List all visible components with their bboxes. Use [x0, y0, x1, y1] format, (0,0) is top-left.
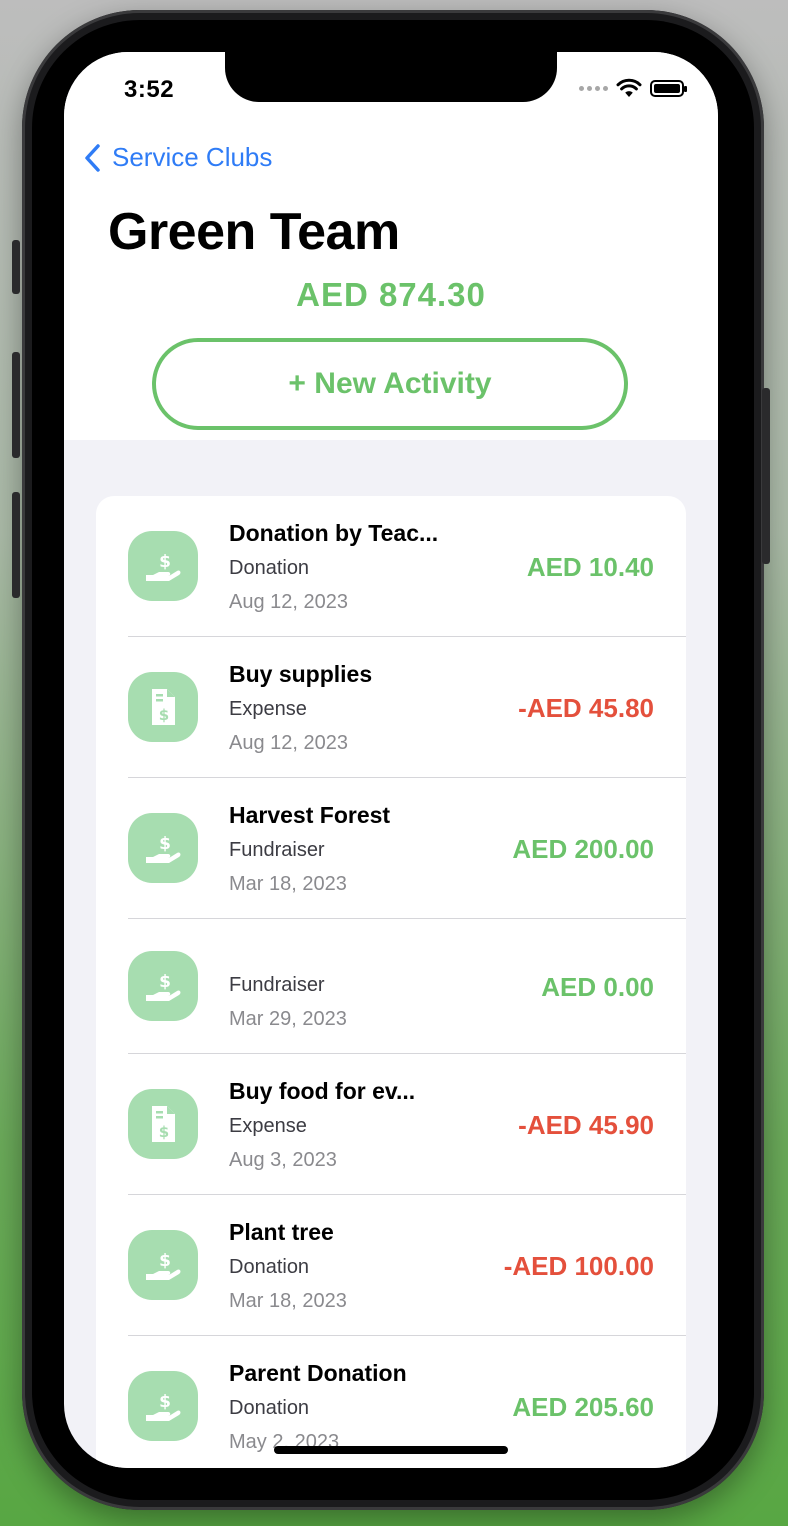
- hand-dollar-icon: $: [128, 951, 198, 1021]
- activity-type: Donation: [229, 1256, 310, 1278]
- battery-icon: [650, 79, 687, 97]
- app-screen: 3:52 Service Clubs Green Team AED 874.30…: [64, 52, 718, 1468]
- svg-text:$: $: [159, 706, 169, 724]
- activity-name: Buy supplies: [229, 661, 373, 687]
- activity-amount: AED 0.00: [541, 972, 654, 1002]
- hand-dollar-icon: $: [128, 1371, 198, 1441]
- activity-type: Expense: [229, 1115, 307, 1137]
- activity-date: Aug 3, 2023: [229, 1149, 337, 1171]
- activity-date: Mar 29, 2023: [229, 1008, 347, 1030]
- activity-amount: -AED 45.90: [518, 1110, 654, 1140]
- header-area: 3:52 Service Clubs Green Team AED 874.30…: [64, 52, 718, 440]
- svg-text:$: $: [159, 1123, 169, 1141]
- status-icons: [579, 78, 687, 98]
- activity-type: Fundraiser: [229, 974, 325, 996]
- activity-name: Parent Donation: [229, 1360, 407, 1386]
- activity-date: Aug 12, 2023: [229, 591, 348, 613]
- activity-amount: AED 10.40: [526, 552, 654, 582]
- hand-dollar-icon: $: [128, 531, 198, 601]
- list-item[interactable]: $ Plant tree Donation Mar 18, 2023 -AED …: [96, 1195, 686, 1336]
- volume-up-button: [12, 352, 20, 458]
- volume-down-button: [12, 492, 20, 598]
- receipt-dollar-icon: $: [128, 1089, 198, 1159]
- activity-date: Mar 18, 2023: [229, 873, 347, 895]
- svg-text:$: $: [159, 552, 171, 572]
- svg-text:$: $: [159, 1251, 171, 1271]
- activity-type: Donation: [229, 557, 310, 579]
- list-item[interactable]: $ Buy supplies Expense Aug 12, 2023 -AED…: [96, 637, 686, 778]
- hand-dollar-icon: $: [128, 813, 198, 883]
- back-button[interactable]: Service Clubs: [84, 142, 272, 173]
- activity-type: Fundraiser: [229, 839, 325, 861]
- list-item[interactable]: $ Donation by Teac... Donation Aug 12, 2…: [96, 496, 686, 637]
- activity-amount: -AED 45.80: [518, 693, 654, 723]
- status-time: 3:52: [124, 76, 175, 103]
- activity-amount: AED 205.60: [512, 1392, 654, 1422]
- activity-list: $ Donation by Teac... Donation Aug 12, 2…: [96, 496, 686, 1468]
- list-item[interactable]: $ Buy food for ev... Expense Aug 3, 2023…: [96, 1054, 686, 1195]
- activity-date: Aug 12, 2023: [229, 732, 348, 754]
- page-title: Green Team: [108, 203, 400, 261]
- activity-name: Buy food for ev...: [229, 1078, 416, 1104]
- home-indicator[interactable]: [274, 1446, 508, 1454]
- notch: [225, 52, 557, 102]
- cellular-signal-icon: [579, 85, 608, 91]
- power-button: [762, 388, 770, 564]
- svg-text:$: $: [159, 972, 171, 992]
- list-item[interactable]: $ Fundraiser Mar 29, 2023 AED 0.00: [96, 919, 686, 1054]
- activity-name: Donation by Teac...: [229, 520, 439, 546]
- activity-amount: AED 200.00: [512, 834, 654, 864]
- list-item[interactable]: $ Harvest Forest Fundraiser Mar 18, 2023…: [96, 778, 686, 919]
- svg-text:$: $: [159, 834, 171, 854]
- activity-date: Mar 18, 2023: [229, 1290, 347, 1312]
- new-activity-button[interactable]: + New Activity: [152, 338, 628, 430]
- mute-switch: [12, 240, 20, 294]
- hand-dollar-icon: $: [128, 1230, 198, 1300]
- activity-name: Plant tree: [229, 1219, 334, 1245]
- chevron-left-icon: [85, 143, 100, 172]
- balance-total: AED 874.30: [296, 276, 486, 313]
- wifi-icon: [616, 78, 642, 97]
- svg-text:$: $: [159, 1392, 171, 1412]
- activity-name: Harvest Forest: [229, 802, 391, 828]
- receipt-dollar-icon: $: [128, 672, 198, 742]
- back-button-label: Service Clubs: [112, 142, 273, 172]
- activity-type: Donation: [229, 1397, 310, 1419]
- activity-type: Expense: [229, 698, 307, 720]
- activity-amount: -AED 100.00: [503, 1251, 654, 1281]
